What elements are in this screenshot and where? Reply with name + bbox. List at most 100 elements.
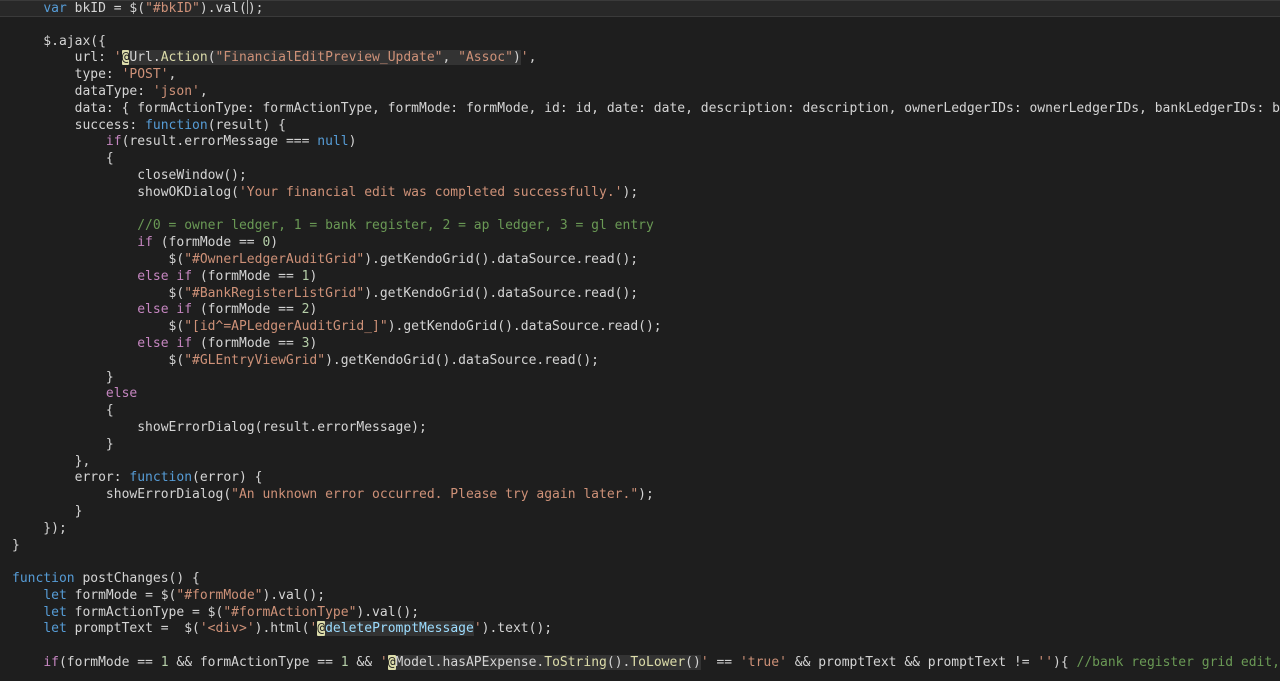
code-line[interactable]: if(result.errorMessage === null) [0,134,1280,151]
code-line[interactable]: showErrorDialog("An unknown error occurr… [0,487,1280,504]
code-line[interactable]: else if (formMode == 1) [0,269,1280,286]
code-line[interactable]: $("#BankRegisterListGrid").getKendoGrid(… [0,286,1280,303]
code-token: promptText = $( [66,621,200,637]
code-token: ).getKendoGrid().dataSource.read(); [364,251,639,267]
code-token: showOKDialog( [12,184,239,200]
code-token: success: [12,117,146,133]
code-line[interactable]: { [0,403,1280,420]
code-line[interactable]: //0 = owner ledger, 1 = bank register, 2… [0,218,1280,235]
code-line[interactable]: url: '@Url.Action("FinancialEditPreview_… [0,50,1280,67]
code-line[interactable]: else if (formMode == 2) [0,302,1280,319]
code-token: ) [309,335,318,351]
code-token: data: { formActionType: formActionType, … [12,100,1280,116]
code-line[interactable]: type: 'POST', [0,67,1280,84]
code-line[interactable]: else if (formMode == 3) [0,336,1280,353]
code-token: . [152,50,161,66]
code-editor[interactable]: var bkID = $("#bkID").val(); $.ajax({ ur… [0,0,1280,681]
code-token: "#formActionType" [223,604,357,620]
code-token: "#BankRegisterListGrid" [184,285,365,301]
code-line[interactable]: if (formMode == 0) [0,235,1280,252]
code-line[interactable]: let formActionType = $("#formActionType"… [0,605,1280,622]
code-line[interactable]: showOKDialog('Your financial edit was co… [0,185,1280,202]
code-token: function [129,470,193,486]
code-token: var [43,1,67,16]
code-token: else if [137,335,193,351]
code-line[interactable]: let promptText = $('<div>').html(' @delet… [0,621,1280,638]
code-line[interactable]: } [0,370,1280,387]
code-line[interactable]: error: function(error) { [0,470,1280,487]
code-token: ToLower [630,655,686,671]
code-token: (error) { [192,470,263,486]
code-token: ).getKendoGrid().dataSource.read(); [387,319,662,335]
code-token: (formMode == [192,302,302,318]
code-token: ).val(); [356,604,420,620]
code-token: formActionType = $( [66,604,224,620]
code-line[interactable]: $("#OwnerLedgerAuditGrid").getKendoGrid(… [0,252,1280,269]
code-line[interactable]: showErrorDialog(result.errorMessage); [0,420,1280,437]
code-token: "#formMode" [176,587,263,603]
code-line[interactable]: function postChanges() { [0,571,1280,588]
code-line[interactable] [0,638,1280,655]
code-line[interactable]: { [0,151,1280,168]
code-token: == [708,655,740,671]
code-token: (formMode == [58,655,161,671]
code-line[interactable]: } [0,538,1280,555]
code-line[interactable]: success: function(result) { [0,118,1280,135]
code-token: '' [1037,655,1054,671]
code-token: Url [129,50,153,66]
code-line[interactable]: let formMode = $("#formMode").val(); [0,588,1280,605]
code-line[interactable]: $.ajax({ [0,34,1280,51]
code-line[interactable]: $("#GLEntryViewGrid").getKendoGrid().dat… [0,353,1280,370]
code-token: ) [309,268,318,284]
code-token: ); [638,487,654,503]
code-token: , [442,50,459,66]
code-line[interactable] [0,17,1280,34]
code-token: "#bkID" [145,1,200,16]
code-token: (formMode == [152,235,263,251]
code-line[interactable]: if(formMode == 1 && formActionType == 1 … [0,655,1280,672]
code-token: ' [113,50,122,66]
code-token: } [12,369,114,385]
code-token: $( [12,352,185,368]
code-text-area[interactable]: var bkID = $("#bkID").val(); $.ajax({ ur… [0,0,1280,672]
code-line[interactable] [0,202,1280,219]
code-token: ) [348,134,357,150]
code-line[interactable]: closeWindow(); [0,168,1280,185]
code-token: ).text(); [481,621,553,637]
code-token: { [12,151,114,167]
code-line[interactable]: dataType: 'json', [0,84,1280,101]
code-token: function [12,571,75,587]
code-token: ' [700,655,709,671]
code-token: else if [137,268,193,284]
code-line[interactable]: var bkID = $("#bkID").val(); [0,0,1280,17]
code-token: "An unknown error occurred. Please try a… [231,487,639,503]
code-token: ).html( [254,621,310,637]
code-token: 1 [160,655,169,671]
code-token: "FinancialEditPreview_Update" [215,50,443,66]
code-token: ).val( [199,1,247,16]
code-token: ' [379,655,388,671]
code-token: postChanges() { [74,571,200,587]
code-token: Action [160,50,208,66]
code-line[interactable]: }); [0,521,1280,538]
code-line[interactable]: } [0,504,1280,521]
code-line[interactable]: data: { formActionType: formActionType, … [0,101,1280,118]
code-token: showErrorDialog( [12,487,232,503]
code-token: (result.errorMessage === [121,134,318,150]
code-token: $( [12,319,185,335]
code-token: ); [622,184,639,200]
code-line[interactable]: else [0,386,1280,403]
code-line[interactable] [0,554,1280,571]
code-line[interactable]: $("[id^=APLedgerAuditGrid_]").getKendoGr… [0,319,1280,336]
code-line[interactable]: }, [0,454,1280,471]
code-token: 'json' [152,83,200,99]
code-token: dataType: [12,83,153,99]
code-token: "[id^=APLedgerAuditGrid_]" [184,319,388,335]
code-line[interactable]: } [0,437,1280,454]
code-token: { [12,403,114,419]
code-token: "#GLEntryViewGrid" [184,352,326,368]
